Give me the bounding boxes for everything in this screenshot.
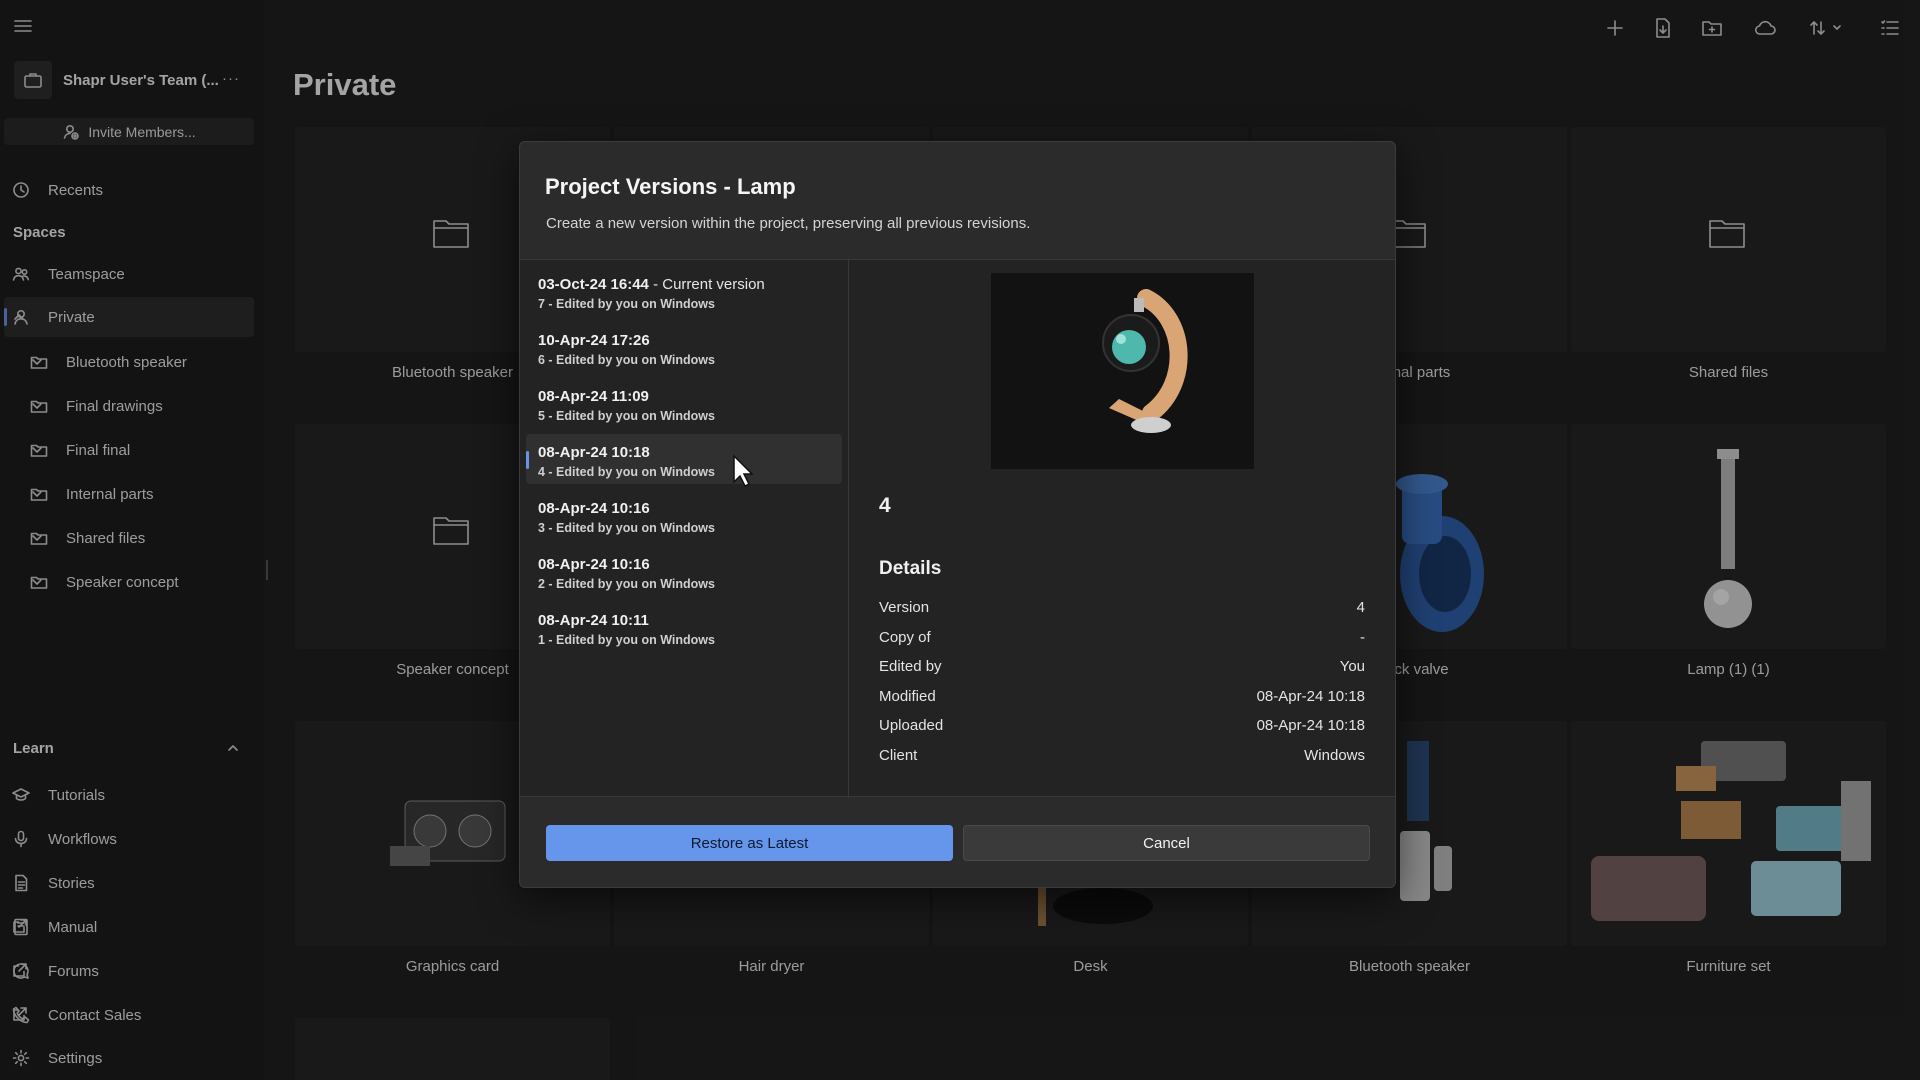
version-meta: 1 - Edited by you on Windows [538, 633, 715, 647]
details-value: 08-Apr-24 10:18 [1256, 717, 1365, 734]
version-meta: 7 - Edited by you on Windows [538, 297, 715, 311]
version-meta: 5 - Edited by you on Windows [538, 409, 715, 423]
version-item-selected[interactable]: 08-Apr-24 10:18 4 - Edited by you on Win… [526, 434, 842, 484]
version-date: 08-Apr-24 10:11 [538, 612, 649, 629]
version-meta: 6 - Edited by you on Windows [538, 353, 715, 367]
version-meta: 2 - Edited by you on Windows [538, 577, 715, 591]
details-key: Edited by [879, 658, 942, 675]
version-item[interactable]: 03-Oct-24 16:44 - Current version 7 - Ed… [526, 266, 842, 316]
selected-version-number: 4 [879, 494, 891, 517]
details-row: Uploaded 08-Apr-24 10:18 [879, 713, 1365, 739]
details-value: - [1360, 629, 1365, 646]
details-row: Version 4 [879, 595, 1365, 621]
lamp-preview-icon [1102, 289, 1188, 433]
version-item[interactable]: 08-Apr-24 10:16 2 - Edited by you on Win… [526, 546, 842, 596]
details-key: Version [879, 599, 930, 616]
mouse-pointer-icon [732, 454, 754, 488]
cancel-button[interactable]: Cancel [963, 825, 1370, 861]
dialog-body: 03-Oct-24 16:44 - Current version 7 - Ed… [520, 259, 1395, 798]
dialog-subtitle: Create a new version within the project,… [546, 215, 1031, 232]
current-version-tag: - Current version [648, 276, 765, 293]
version-item[interactable]: 10-Apr-24 17:26 6 - Edited by you on Win… [526, 322, 842, 372]
version-date: 08-Apr-24 10:18 [538, 444, 650, 461]
details-row: Edited by You [879, 654, 1365, 680]
version-date: 10-Apr-24 17:26 [538, 332, 650, 349]
details-value: 08-Apr-24 10:18 [1256, 688, 1365, 705]
details-row: Client Windows [879, 743, 1365, 769]
restore-as-latest-button[interactable]: Restore as Latest [546, 825, 953, 861]
version-date: 03-Oct-24 16:44 [538, 276, 649, 293]
details-key: Uploaded [879, 717, 944, 734]
details-key: Copy of [879, 629, 931, 646]
version-date: 08-Apr-24 10:16 [538, 556, 650, 573]
version-item[interactable]: 08-Apr-24 11:09 5 - Edited by you on Win… [526, 378, 842, 428]
version-preview-thumbnail [991, 273, 1254, 469]
details-value: You [1339, 658, 1365, 675]
details-value: 4 [1356, 599, 1365, 616]
version-list: 03-Oct-24 16:44 - Current version 7 - Ed… [520, 260, 849, 798]
version-meta: 4 - Edited by you on Windows [538, 465, 715, 479]
version-item[interactable]: 08-Apr-24 10:11 1 - Edited by you on Win… [526, 602, 842, 652]
details-value: Windows [1304, 747, 1365, 764]
project-versions-dialog: Project Versions - Lamp Create a new ver… [519, 141, 1396, 888]
version-meta: 3 - Edited by you on Windows [538, 521, 715, 535]
dialog-title: Project Versions - Lamp [545, 174, 796, 199]
version-item[interactable]: 08-Apr-24 10:16 3 - Edited by you on Win… [526, 490, 842, 540]
details-row: Copy of - [879, 625, 1365, 651]
details-header: Details [879, 558, 942, 579]
version-date: 08-Apr-24 11:09 [538, 388, 649, 405]
details-key: Client [879, 747, 918, 764]
version-date: 08-Apr-24 10:16 [538, 500, 650, 517]
details-row: Modified 08-Apr-24 10:18 [879, 684, 1365, 710]
details-key: Modified [879, 688, 936, 705]
